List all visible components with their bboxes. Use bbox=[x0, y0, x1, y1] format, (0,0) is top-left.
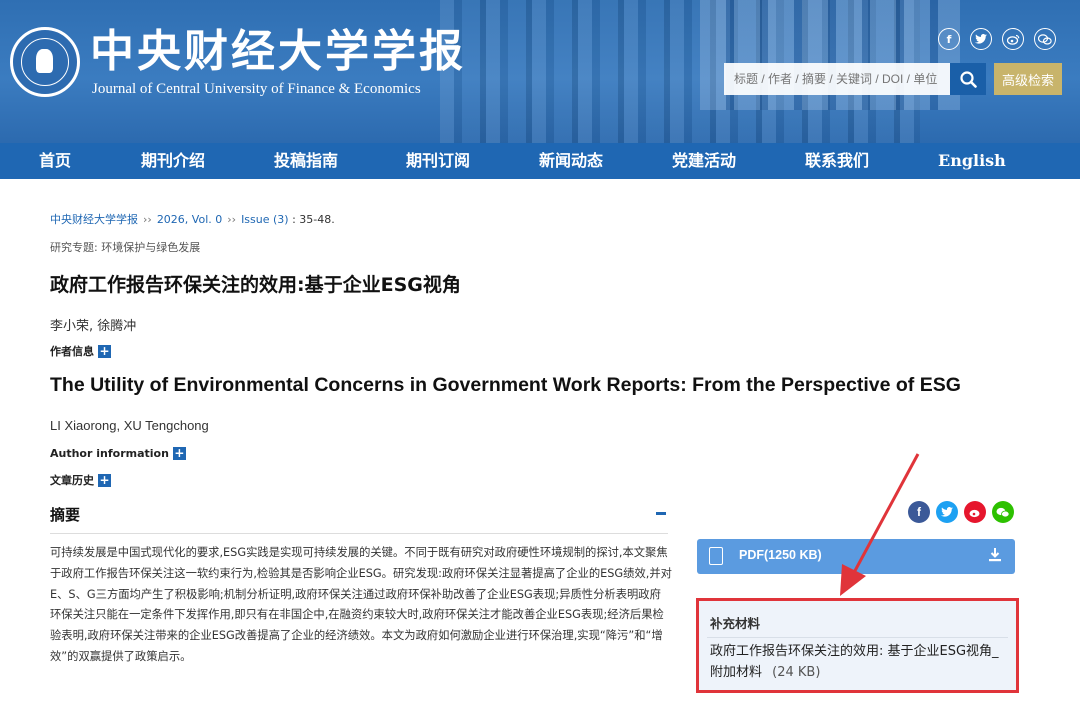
divider bbox=[707, 637, 1008, 638]
weibo-icon[interactable] bbox=[964, 501, 986, 523]
breadcrumb-separator: ›› bbox=[227, 213, 237, 226]
search-icon bbox=[959, 70, 977, 88]
expand-plus-icon[interactable]: + bbox=[98, 473, 111, 487]
nav-item-party[interactable]: 党建活动 bbox=[672, 143, 736, 179]
download-icon bbox=[989, 548, 1001, 562]
article-authors-cn[interactable]: 李小荣, 徐腾冲 bbox=[50, 315, 136, 334]
site-header: 中央财经大学学报 Journal of Central University o… bbox=[0, 0, 1080, 143]
supplementary-materials-box: 补充材料 政府工作报告环保关注的效用: 基于企业ESG视角_附加材料 (24 K… bbox=[696, 598, 1019, 693]
expand-plus-icon[interactable]: + bbox=[98, 344, 111, 358]
main-nav: 首页 期刊介绍 投稿指南 期刊订阅 新闻动态 党建活动 联系我们 English bbox=[0, 143, 1080, 179]
wechat-icon[interactable] bbox=[1034, 28, 1056, 50]
author-info-cn-label: 作者信息 bbox=[50, 345, 94, 358]
nav-item-contact[interactable]: 联系我们 bbox=[805, 143, 869, 179]
nav-item-news[interactable]: 新闻动态 bbox=[539, 143, 603, 179]
supplementary-file-size: (24 KB) bbox=[772, 665, 821, 680]
abstract-text: 可持续发展是中国式现代化的要求,ESG实践是实现可持续发展的关键。不同于既有研究… bbox=[50, 546, 672, 663]
nav-item-english[interactable]: English bbox=[938, 143, 1006, 179]
header-social-links: f bbox=[938, 28, 1056, 50]
article-title-en: The Utility of Environmental Concerns in… bbox=[50, 374, 961, 396]
pdf-file-icon bbox=[709, 547, 723, 565]
abstract-header: 摘要 bbox=[50, 504, 668, 534]
author-info-en-label: Author information bbox=[50, 447, 169, 460]
supplementary-file-link[interactable]: 政府工作报告环保关注的效用: 基于企业ESG视角_附加材料 (24 KB) bbox=[710, 641, 1010, 683]
article-history-toggle[interactable]: 文章历史 + bbox=[50, 472, 111, 488]
article-topic: 研究专题: 环境保护与绿色发展 bbox=[50, 241, 201, 254]
abstract-heading: 摘要 bbox=[50, 506, 81, 524]
annotation-arrow-icon bbox=[840, 453, 920, 596]
breadcrumb-pages: : 35-48. bbox=[288, 213, 335, 226]
breadcrumb-separator: ›› bbox=[143, 213, 152, 226]
supplementary-title: 补充材料 bbox=[710, 616, 761, 631]
twitter-icon[interactable] bbox=[936, 501, 958, 523]
twitter-icon[interactable] bbox=[970, 28, 992, 50]
breadcrumb-issue[interactable]: Issue (3) bbox=[241, 213, 289, 226]
supplementary-file-name[interactable]: 政府工作报告环保关注的效用: 基于企业ESG视角_附加材料 bbox=[710, 644, 999, 680]
search-button[interactable] bbox=[950, 63, 986, 95]
seal-emblem bbox=[21, 38, 69, 86]
article-history-label: 文章历史 bbox=[50, 474, 94, 487]
advanced-search-button[interactable]: 高级检索 bbox=[994, 63, 1062, 95]
pdf-download-label: PDF(1250 KB) bbox=[739, 548, 822, 562]
search-input[interactable] bbox=[724, 63, 950, 95]
breadcrumb-volume[interactable]: 2026, Vol. 0 bbox=[157, 213, 222, 226]
journal-title-cn[interactable]: 中央财经大学学报 bbox=[90, 26, 466, 78]
expand-plus-icon[interactable]: + bbox=[172, 447, 186, 460]
author-info-cn-toggle[interactable]: 作者信息 + bbox=[50, 343, 111, 359]
nav-item-subscription[interactable]: 期刊订阅 bbox=[406, 143, 470, 179]
collapse-minus-icon[interactable] bbox=[656, 512, 666, 515]
university-seal-logo[interactable] bbox=[10, 27, 80, 97]
breadcrumb-journal[interactable]: 中央财经大学学报 bbox=[50, 213, 138, 226]
journal-title-en: Journal of Central University of Finance… bbox=[92, 81, 421, 97]
nav-item-about[interactable]: 期刊介绍 bbox=[141, 143, 205, 179]
weibo-icon[interactable] bbox=[1002, 28, 1024, 50]
article-title-cn: 政府工作报告环保关注的效用:基于企业ESG视角 bbox=[50, 274, 461, 296]
article-authors-en[interactable]: LI Xiaorong, XU Tengchong bbox=[50, 418, 209, 433]
nav-item-home[interactable]: 首页 bbox=[39, 143, 71, 179]
wechat-icon[interactable] bbox=[992, 501, 1014, 523]
author-info-en-toggle[interactable]: Author information + bbox=[50, 447, 186, 460]
nav-item-submission[interactable]: 投稿指南 bbox=[274, 143, 338, 179]
search-bar bbox=[724, 63, 986, 95]
facebook-icon[interactable]: f bbox=[938, 28, 960, 50]
breadcrumb: 中央财经大学学报 ›› 2026, Vol. 0 ›› Issue (3) : 35-4… bbox=[50, 211, 335, 227]
